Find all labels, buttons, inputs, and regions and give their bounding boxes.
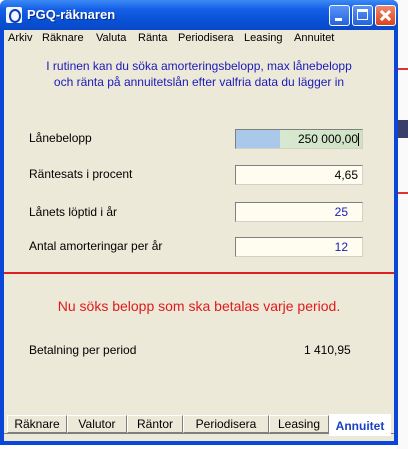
status-message: Nu söks belopp som ska betalas varje per… bbox=[57, 298, 341, 314]
loan-term-input[interactable]: 25 bbox=[235, 202, 363, 222]
tab-bar: Räknare Valutor Räntor Periodisera Leasi… bbox=[4, 414, 394, 437]
annuitet-panel: I rutinen kan du söka amorteringsbelopp,… bbox=[4, 48, 394, 441]
tab-annuitet[interactable]: Annuitet bbox=[329, 414, 391, 436]
intro-line-1: I rutinen kan du söka amorteringsbelopp,… bbox=[46, 59, 352, 73]
maximize-icon bbox=[357, 9, 368, 20]
tab-raknare[interactable]: Räknare bbox=[7, 415, 67, 433]
app-icon[interactable] bbox=[6, 7, 22, 23]
menu-ranta[interactable]: Ränta bbox=[138, 32, 167, 44]
loan-amount-label: Lånebelopp bbox=[29, 131, 92, 145]
text-cursor bbox=[358, 133, 359, 146]
section-divider bbox=[4, 272, 394, 274]
interest-rate-value: 4,65 bbox=[334, 168, 358, 182]
maximize-button[interactable] bbox=[352, 5, 373, 26]
minimize-icon bbox=[335, 18, 342, 21]
tab-leasing[interactable]: Leasing bbox=[269, 415, 329, 433]
payments-per-year-input[interactable]: 12 bbox=[235, 237, 363, 257]
loan-amount-value: 250 000,00 bbox=[297, 132, 358, 146]
tab-valutor[interactable]: Valutor bbox=[67, 415, 127, 433]
loan-amount-input[interactable]: 250 000,00 bbox=[235, 129, 363, 149]
window-title: PGQ-räknaren bbox=[27, 7, 116, 22]
close-icon bbox=[376, 6, 395, 25]
menu-arkiv[interactable]: Arkiv bbox=[8, 32, 32, 44]
menu-leasing[interactable]: Leasing bbox=[244, 32, 283, 44]
payment-per-period-value: 1 410,95 bbox=[304, 343, 351, 357]
payments-per-year-value: 12 bbox=[334, 240, 348, 254]
payments-per-year-label: Antal amorteringar per år bbox=[29, 239, 163, 253]
loan-term-label: Lånets löptid i år bbox=[29, 205, 118, 219]
app-window: PGQ-räknaren Arkiv Räknare Valuta Ränta … bbox=[0, 0, 398, 445]
payment-per-period-label: Betalning per period bbox=[29, 343, 137, 357]
menu-periodisera[interactable]: Periodisera bbox=[178, 32, 234, 44]
title-bar[interactable]: PGQ-räknaren bbox=[0, 0, 398, 30]
background-red-line bbox=[398, 68, 408, 70]
menu-annuitet[interactable]: Annuitet bbox=[294, 32, 334, 44]
intro-line-2: och ränta på annuitetslån efter valfria … bbox=[53, 75, 345, 89]
menu-raknare[interactable]: Räknare bbox=[42, 32, 84, 44]
interest-rate-label: Räntesats i procent bbox=[29, 167, 133, 181]
background-dark-block bbox=[398, 120, 408, 138]
intro-text: I rutinen kan du söka amorteringsbelopp,… bbox=[10, 58, 388, 90]
background-red-line bbox=[398, 192, 408, 194]
close-button[interactable] bbox=[375, 5, 396, 26]
tab-rantor[interactable]: Räntor bbox=[127, 415, 183, 433]
menu-valuta[interactable]: Valuta bbox=[96, 32, 126, 44]
interest-rate-input[interactable]: 4,65 bbox=[235, 165, 363, 185]
minimize-button[interactable] bbox=[329, 5, 350, 26]
menu-bar: Arkiv Räknare Valuta Ränta Periodisera L… bbox=[4, 30, 394, 48]
tab-periodisera[interactable]: Periodisera bbox=[183, 415, 269, 433]
loan-term-value: 25 bbox=[334, 205, 348, 219]
